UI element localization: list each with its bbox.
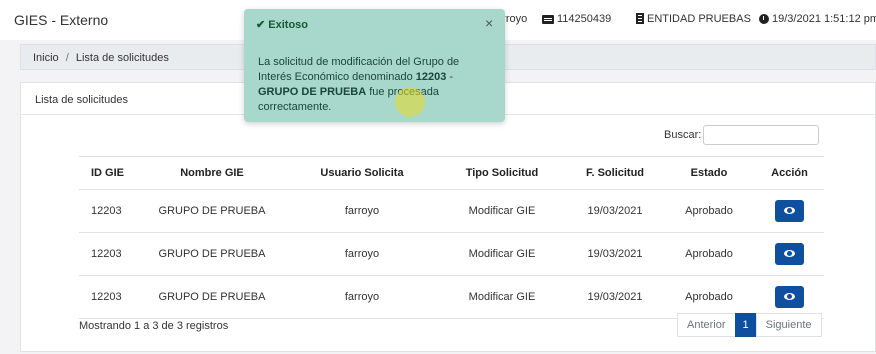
toast-msg-id: 12203	[415, 71, 447, 83]
cell-id: 12203	[79, 232, 137, 276]
cell-nombre: GRUPO DE PRUEBA	[137, 189, 287, 233]
breadcrumb-current: Lista de solicitudes	[75, 52, 169, 64]
col-tipo[interactable]: Tipo Solicitud	[437, 156, 567, 190]
cell-usuario: farroyo	[287, 189, 437, 233]
entity-name: ENTIDAD PRUEBAS	[647, 13, 751, 25]
cell-tipo: Modificar GIE	[437, 275, 567, 319]
app-title: GIES - Externo	[14, 12, 109, 28]
datetime: 19/3/2021 1:51:12 pm	[759, 13, 876, 25]
id-card-icon	[542, 15, 554, 24]
building-icon	[636, 13, 644, 24]
cell-id: 12203	[79, 275, 137, 319]
table-info: Mostrando 1 a 3 de 3 registros	[79, 320, 229, 332]
cell-tipo: Modificar GIE	[437, 232, 567, 276]
entity: ENTIDAD PRUEBAS	[636, 13, 751, 25]
col-accion[interactable]: Acción	[755, 156, 824, 190]
toast-title-text: Exitoso	[268, 19, 309, 31]
search-input[interactable]	[703, 125, 819, 145]
close-icon[interactable]: ×	[485, 15, 493, 31]
col-estado[interactable]: Estado	[663, 156, 755, 190]
cell-fecha: 19/03/2021	[567, 275, 663, 319]
cell-id: 12203	[79, 189, 137, 233]
datetime-text: 19/3/2021 1:51:12 pm	[772, 13, 876, 25]
cell-accion	[755, 189, 824, 233]
toast-message: La solicitud de modificación del Grupo d…	[258, 55, 494, 115]
pagination-prev[interactable]: Anterior	[677, 313, 736, 337]
pagination-page-1[interactable]: 1	[734, 313, 757, 337]
view-button[interactable]	[775, 286, 804, 308]
breadcrumb-home[interactable]: Inicio	[33, 52, 59, 64]
check-icon: ✔	[256, 19, 266, 31]
pagination: Anterior 1 Siguiente	[677, 313, 822, 337]
view-button[interactable]	[775, 200, 804, 222]
view-button[interactable]	[775, 243, 804, 265]
cell-usuario: farroyo	[287, 275, 437, 319]
cell-estado: Aprobado	[663, 232, 755, 276]
breadcrumb-separator: /	[65, 52, 69, 64]
id-number: 114250439	[557, 13, 612, 25]
table-row: 12203 GRUPO DE PRUEBA farroyo Modificar …	[79, 189, 824, 233]
pagination-next[interactable]: Siguiente	[755, 313, 822, 337]
cell-nombre: GRUPO DE PRUEBA	[137, 232, 287, 276]
cell-tipo: Modificar GIE	[437, 189, 567, 233]
search-label: Buscar:	[664, 129, 702, 141]
cell-usuario: farroyo	[287, 232, 437, 276]
toast-title: ✔ Exitoso	[256, 18, 308, 31]
toast-msg-group: GRUPO DE PRUEBA	[258, 86, 367, 98]
col-nombre-gie[interactable]: Nombre GIE	[137, 156, 287, 190]
cell-accion	[755, 232, 824, 276]
cell-nombre: GRUPO DE PRUEBA	[137, 275, 287, 319]
clock-icon	[759, 14, 769, 24]
table-header-row: ID GIE Nombre GIE Usuario Solicita Tipo …	[79, 156, 824, 190]
requests-table: ID GIE Nombre GIE Usuario Solicita Tipo …	[79, 156, 824, 319]
cell-fecha: 19/03/2021	[567, 189, 663, 233]
table-row: 12203 GRUPO DE PRUEBA farroyo Modificar …	[79, 232, 824, 276]
toast-msg-part: -	[446, 71, 454, 83]
col-usuario[interactable]: Usuario Solicita	[287, 156, 437, 190]
cell-estado: Aprobado	[663, 189, 755, 233]
success-toast: ✔ Exitoso × La solicitud de modificación…	[244, 9, 505, 122]
cell-fecha: 19/03/2021	[567, 232, 663, 276]
user-id: 114250439	[542, 13, 611, 25]
col-fecha[interactable]: F. Solicitud	[567, 156, 663, 190]
col-id-gie[interactable]: ID GIE	[79, 156, 137, 190]
cursor-highlight	[395, 87, 425, 117]
